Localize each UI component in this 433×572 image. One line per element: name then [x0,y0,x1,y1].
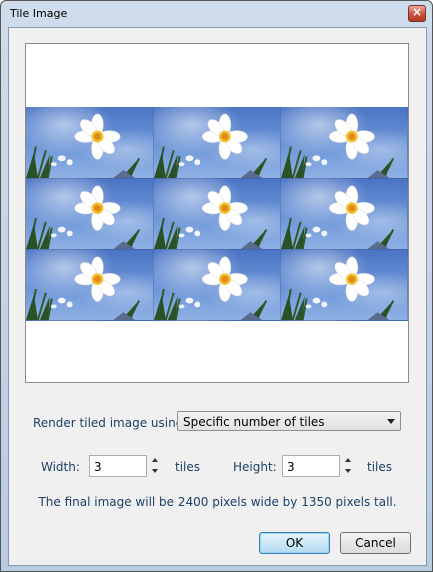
spin-down-icon[interactable] [345,469,351,473]
render-mode-label: Render tiled image using: [33,416,188,430]
render-mode-select[interactable]: Specific number of tiles [177,411,401,431]
image-tile [281,107,408,179]
width-stepper[interactable] [150,455,162,477]
close-button[interactable]: × [408,5,426,22]
title-bar[interactable]: Tile Image × [1,1,432,26]
image-tile [281,179,408,250]
render-mode-value: Specific number of tiles [183,415,325,429]
tile-image-dialog: Tile Image × Render tiled image using: S… [0,0,433,572]
height-stepper[interactable] [343,455,355,477]
image-tile [154,179,281,250]
chevron-down-icon [387,419,395,424]
tile-grid [26,107,408,321]
image-tile [281,250,408,321]
ok-button[interactable]: OK [259,532,330,554]
width-input[interactable]: 3 [89,455,147,477]
width-value: 3 [94,460,102,474]
height-label: Height: [233,460,277,474]
width-unit: tiles [175,460,201,474]
height-unit: tiles [367,460,393,474]
final-size-summary: The final image will be 2400 pixels wide… [38,495,397,509]
spin-up-icon[interactable] [345,458,351,462]
spin-up-icon[interactable] [152,458,158,462]
window-title: Tile Image [10,7,68,20]
cancel-button[interactable]: Cancel [340,532,411,554]
tile-preview [25,43,409,383]
image-tile [26,107,154,179]
width-label: Width: [41,460,80,474]
image-tile [26,250,154,321]
image-tile [154,107,281,179]
spin-down-icon[interactable] [152,469,158,473]
image-tile [154,250,281,321]
close-icon: × [411,5,423,19]
image-tile [26,179,154,250]
height-input[interactable]: 3 [282,455,340,477]
dialog-body: Render tiled image using: Specific numbe… [8,27,427,566]
height-value: 3 [287,460,295,474]
